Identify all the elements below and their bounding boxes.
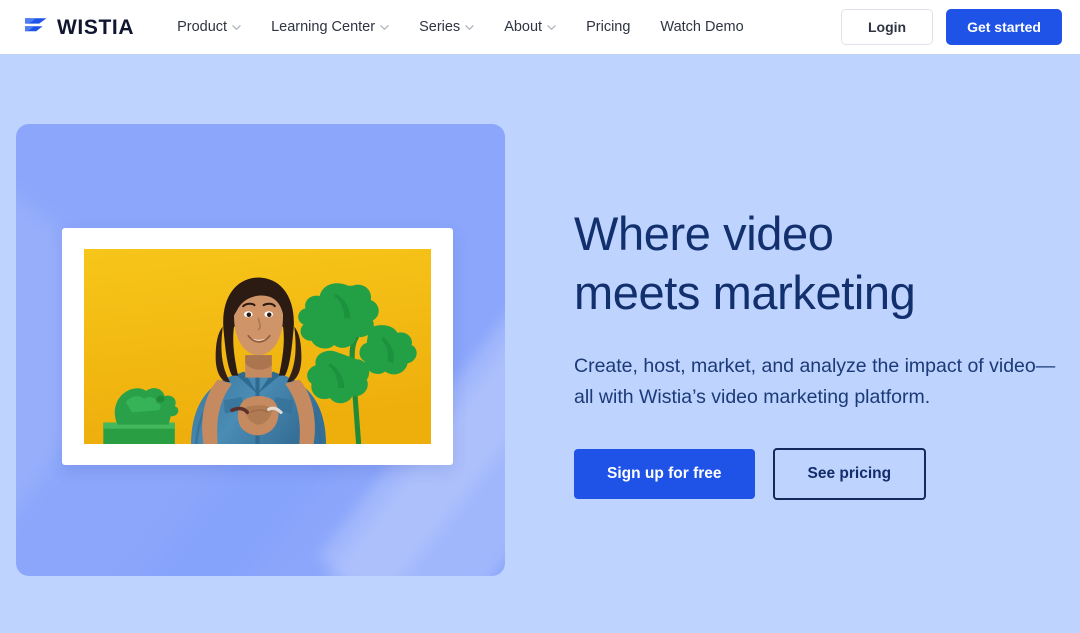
get-started-button[interactable]: Get started — [946, 8, 1062, 46]
nav-item-label: Watch Demo — [660, 19, 744, 35]
nav-item-pricing[interactable]: Pricing — [571, 11, 645, 43]
nav-item-label: Series — [419, 19, 461, 35]
brand-wordmark: WISTIA — [57, 15, 135, 39]
hero-copy: Where video meets marketing Create, host… — [574, 204, 1060, 501]
nav-item-label: Pricing — [586, 19, 631, 35]
hero-video-thumbnail[interactable] — [84, 249, 431, 444]
sign-up-for-free-button[interactable]: Sign up for free — [574, 448, 755, 500]
hero-cta-group: Sign up for free See pricing — [574, 447, 1060, 501]
hero-section: Where video meets marketing Create, host… — [0, 54, 1080, 633]
chevron-down-icon — [547, 24, 556, 30]
nav-item-about[interactable]: About — [489, 11, 571, 43]
login-button[interactable]: Login — [840, 8, 934, 46]
chevron-down-icon — [232, 24, 241, 30]
primary-navigation: Product Learning Center Series About Pri — [162, 11, 759, 43]
hero-title-line-2: meets marketing — [574, 266, 916, 320]
nav-item-label: Product — [177, 19, 228, 35]
chevron-down-icon — [380, 24, 389, 30]
nav-item-label: Learning Center — [271, 19, 376, 35]
chevron-down-icon — [465, 24, 474, 30]
wistia-wave-logo-icon — [24, 15, 51, 40]
video-frame[interactable] — [62, 228, 453, 465]
header-actions: Login Get started — [840, 8, 1062, 46]
site-header: WISTIA Product Learning Center Series Ab… — [0, 0, 1080, 54]
nav-item-watch-demo[interactable]: Watch Demo — [645, 11, 758, 43]
nav-item-product[interactable]: Product — [162, 11, 256, 43]
page-title: Where video meets marketing — [574, 204, 1060, 322]
nav-item-learning-center[interactable]: Learning Center — [256, 11, 404, 43]
see-pricing-button[interactable]: See pricing — [772, 447, 927, 501]
nav-item-series[interactable]: Series — [404, 11, 489, 43]
nav-item-label: About — [504, 19, 543, 35]
brand-logo-link[interactable]: WISTIA — [24, 15, 134, 40]
hero-subtitle: Create, host, market, and analyze the im… — [574, 355, 1056, 408]
hero-media-card — [16, 124, 505, 576]
hero-title-line-1: Where video — [574, 207, 834, 260]
